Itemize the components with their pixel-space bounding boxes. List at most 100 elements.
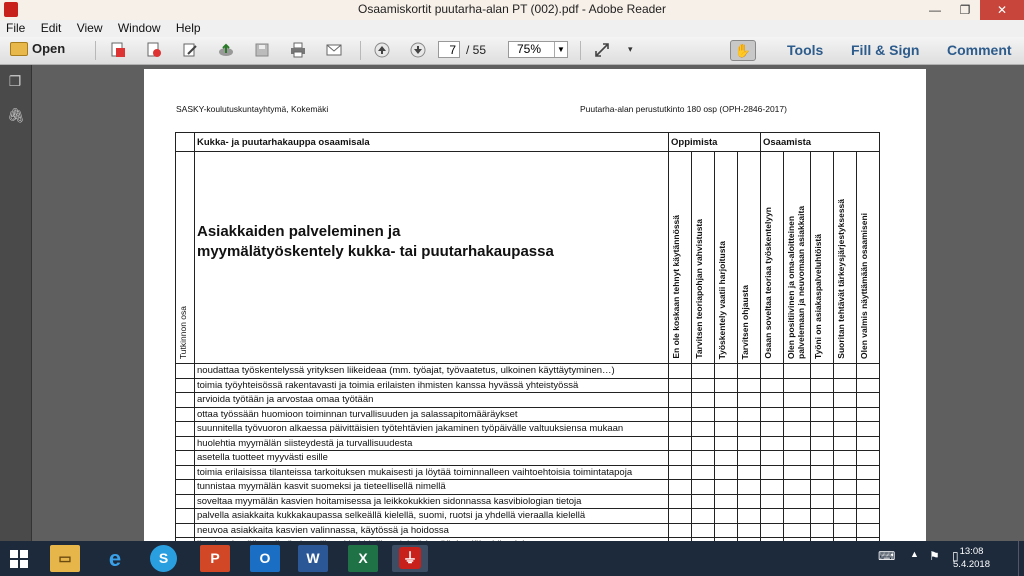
open-button[interactable]: Open — [10, 41, 65, 56]
close-button[interactable]: ✕ — [980, 0, 1024, 20]
rating-cell[interactable] — [737, 508, 761, 524]
rating-cell[interactable] — [783, 363, 811, 379]
rating-cell[interactable] — [856, 479, 880, 495]
rating-cell[interactable] — [691, 435, 715, 451]
comment-pane-link[interactable]: Comment — [947, 42, 1012, 58]
rating-cell[interactable] — [810, 479, 834, 495]
rating-cell[interactable] — [810, 435, 834, 451]
rating-cell[interactable] — [856, 363, 880, 379]
rating-cell[interactable] — [714, 377, 738, 393]
rating-cell[interactable] — [737, 435, 761, 451]
email-icon[interactable] — [326, 42, 342, 58]
rating-cell[interactable] — [810, 363, 834, 379]
rating-cell[interactable] — [691, 464, 715, 480]
fill-sign-pane-link[interactable]: Fill & Sign — [851, 42, 919, 58]
powerpoint-icon[interactable]: P — [200, 545, 230, 572]
rating-cell[interactable] — [856, 377, 880, 393]
rating-cell[interactable] — [691, 493, 715, 509]
rating-cell[interactable] — [668, 522, 692, 538]
adobe-reader-taskbar-icon[interactable]: ⏚ — [392, 545, 428, 572]
rating-cell[interactable] — [760, 479, 784, 495]
rating-cell[interactable] — [833, 508, 857, 524]
tools-pane-link[interactable]: Tools — [787, 42, 823, 58]
rating-cell[interactable] — [668, 392, 692, 408]
rating-cell[interactable] — [833, 363, 857, 379]
rating-cell[interactable] — [760, 493, 784, 509]
rating-cell[interactable] — [760, 464, 784, 480]
fit-page-icon[interactable] — [594, 42, 610, 58]
rating-cell[interactable] — [833, 464, 857, 480]
document-viewport[interactable]: SASKY-koulutuskuntayhtymä, Kokemäki Puut… — [32, 65, 1024, 541]
internet-explorer-icon[interactable]: e — [100, 545, 130, 572]
file-explorer-icon[interactable]: ▭ — [50, 545, 80, 572]
rating-cell[interactable] — [668, 464, 692, 480]
skype-icon[interactable]: S — [150, 545, 177, 572]
rating-cell[interactable] — [810, 406, 834, 422]
rating-cell[interactable] — [668, 406, 692, 422]
export-pdf-icon[interactable] — [146, 42, 162, 58]
rating-cell[interactable] — [668, 377, 692, 393]
rating-cell[interactable] — [714, 493, 738, 509]
rating-cell[interactable] — [856, 435, 880, 451]
menu-window[interactable]: Window — [112, 20, 167, 37]
rating-cell[interactable] — [737, 377, 761, 393]
previous-page-icon[interactable] — [374, 42, 390, 58]
rating-cell[interactable] — [691, 522, 715, 538]
rating-cell[interactable] — [714, 508, 738, 524]
restore-button[interactable]: ❐ — [950, 0, 980, 20]
action-center-icon[interactable]: ⚑ — [929, 549, 940, 563]
rating-cell[interactable] — [760, 392, 784, 408]
rating-cell[interactable] — [856, 493, 880, 509]
rating-cell[interactable] — [668, 450, 692, 466]
rating-cell[interactable] — [737, 406, 761, 422]
rating-cell[interactable] — [737, 363, 761, 379]
rating-cell[interactable] — [810, 421, 834, 437]
rating-cell[interactable] — [833, 435, 857, 451]
rating-cell[interactable] — [691, 392, 715, 408]
rating-cell[interactable] — [714, 392, 738, 408]
rating-cell[interactable] — [691, 363, 715, 379]
menu-file[interactable]: File — [0, 20, 31, 37]
rating-cell[interactable] — [714, 406, 738, 422]
system-clock[interactable]: 13:08 5.4.2018 — [953, 545, 990, 571]
rating-cell[interactable] — [783, 464, 811, 480]
rating-cell[interactable] — [856, 450, 880, 466]
rating-cell[interactable] — [714, 450, 738, 466]
cloud-upload-icon[interactable] — [218, 42, 234, 58]
rating-cell[interactable] — [737, 421, 761, 437]
create-pdf-icon[interactable] — [110, 42, 126, 58]
save-icon[interactable] — [254, 42, 270, 58]
rating-cell[interactable] — [691, 479, 715, 495]
rating-cell[interactable] — [714, 464, 738, 480]
page-number-input[interactable]: 7 — [438, 41, 460, 58]
rating-cell[interactable] — [760, 377, 784, 393]
rating-cell[interactable] — [737, 392, 761, 408]
rating-cell[interactable] — [691, 508, 715, 524]
rating-cell[interactable] — [783, 435, 811, 451]
edit-pdf-icon[interactable] — [182, 42, 198, 58]
rating-cell[interactable] — [856, 421, 880, 437]
rating-cell[interactable] — [833, 406, 857, 422]
customize-toolbar-icon[interactable]: ▾ — [628, 44, 633, 55]
rating-cell[interactable] — [737, 479, 761, 495]
rating-cell[interactable] — [833, 522, 857, 538]
rating-cell[interactable] — [760, 421, 784, 437]
rating-cell[interactable] — [856, 522, 880, 538]
rating-cell[interactable] — [760, 435, 784, 451]
zoom-select[interactable]: 75% ▼ — [508, 41, 568, 58]
menu-help[interactable]: Help — [170, 20, 207, 37]
rating-cell[interactable] — [833, 493, 857, 509]
menu-edit[interactable]: Edit — [35, 20, 68, 37]
rating-cell[interactable] — [668, 421, 692, 437]
show-hidden-icons-icon[interactable]: ▲ — [910, 549, 919, 559]
rating-cell[interactable] — [833, 377, 857, 393]
rating-cell[interactable] — [714, 435, 738, 451]
rating-cell[interactable] — [668, 363, 692, 379]
rating-cell[interactable] — [783, 522, 811, 538]
rating-cell[interactable] — [760, 450, 784, 466]
rating-cell[interactable] — [737, 493, 761, 509]
rating-cell[interactable] — [810, 464, 834, 480]
rating-cell[interactable] — [691, 377, 715, 393]
rating-cell[interactable] — [760, 522, 784, 538]
rating-cell[interactable] — [714, 421, 738, 437]
